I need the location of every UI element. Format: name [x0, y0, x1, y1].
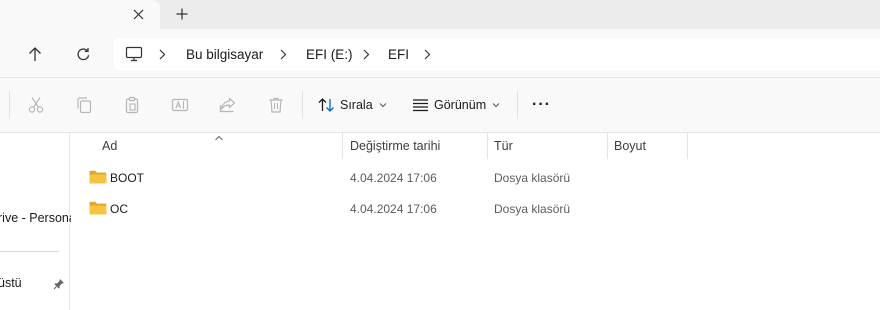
nav-item-desktop[interactable]: üstü — [0, 276, 22, 290]
file-type: Dosya klasörü — [494, 201, 571, 216]
copy-button[interactable] — [73, 94, 95, 116]
file-type: Dosya klasörü — [494, 170, 571, 185]
share-icon — [219, 97, 236, 113]
breadcrumb-item-this-pc[interactable]: Bu bilgisayar — [186, 38, 263, 70]
column-header-label: Boyut — [614, 139, 646, 153]
column-divider[interactable] — [687, 133, 688, 159]
column-divider[interactable] — [342, 133, 343, 159]
more-icon: ··· — [532, 96, 551, 113]
column-header-size[interactable]: Boyut — [614, 133, 688, 159]
file-modified: 4.04.2024 17:06 — [350, 170, 437, 185]
command-bar: Sırala Görünüm ··· — [0, 78, 880, 133]
close-icon — [133, 9, 143, 19]
file-row[interactable]: OC 4.04.2024 17:06 Dosya klasörü — [71, 193, 880, 224]
breadcrumb-item-drive[interactable]: EFI (E:) — [306, 38, 353, 70]
more-options-button[interactable]: ··· — [532, 91, 551, 119]
breadcrumb[interactable]: Bu bilgisayar EFI (E:) EFI — [114, 38, 880, 70]
nav-item-onedrive[interactable]: rive - Persona — [0, 211, 76, 225]
column-divider[interactable] — [487, 133, 488, 159]
breadcrumb-label: Bu bilgisayar — [186, 46, 264, 62]
sort-button[interactable]: Sırala — [318, 91, 387, 119]
rename-button[interactable] — [169, 94, 191, 116]
breadcrumb-chevron-icon[interactable] — [279, 38, 287, 70]
column-header-name[interactable]: Ad — [102, 133, 342, 159]
paste-button[interactable] — [121, 94, 143, 116]
rename-icon — [171, 98, 189, 112]
breadcrumb-chevron-icon[interactable] — [362, 38, 370, 70]
scissors-icon — [28, 97, 44, 113]
address-bar: Bu bilgisayar EFI (E:) EFI — [0, 29, 880, 78]
toolbar-divider — [9, 91, 10, 119]
sort-icon — [318, 98, 334, 112]
view-button[interactable]: Görünüm — [412, 91, 500, 119]
clipboard-icon — [125, 96, 139, 114]
new-tab-button[interactable] — [172, 5, 192, 23]
column-header-label: Değiştirme tarihi — [350, 139, 441, 153]
column-divider[interactable] — [607, 133, 608, 159]
column-header-label: Tür — [494, 139, 513, 153]
column-header-label: Ad — [102, 139, 118, 153]
view-list-icon — [413, 99, 428, 112]
tab-active[interactable] — [0, 0, 160, 29]
nav-item-label: üstü — [0, 276, 22, 290]
file-list: Ad Değiştirme tarihi Tür Boyut BOOT 4.04… — [71, 133, 880, 310]
close-tab-button[interactable] — [128, 5, 148, 23]
share-button[interactable] — [217, 94, 239, 116]
column-header-modified[interactable]: Değiştirme tarihi — [350, 133, 488, 159]
breadcrumb-item-efi[interactable]: EFI — [388, 38, 409, 70]
title-bar — [0, 0, 880, 29]
chevron-down-icon — [492, 102, 500, 108]
nav-item-label: rive - Persona — [0, 211, 76, 225]
refresh-button[interactable] — [71, 42, 95, 66]
column-header-type[interactable]: Tür — [494, 133, 606, 159]
up-button[interactable] — [23, 42, 47, 66]
file-modified: 4.04.2024 17:06 — [350, 201, 437, 216]
computer-icon[interactable] — [125, 38, 143, 70]
file-name: BOOT — [110, 170, 145, 185]
delete-button[interactable] — [265, 94, 287, 116]
sort-label: Sırala — [340, 98, 373, 112]
refresh-icon — [76, 47, 89, 60]
file-name: OC — [110, 201, 128, 216]
trash-icon — [269, 97, 283, 113]
toolbar-divider — [302, 91, 303, 119]
toolbar-divider — [517, 91, 518, 119]
plus-icon — [176, 8, 188, 20]
breadcrumb-chevron-icon[interactable] — [158, 38, 166, 70]
cut-button[interactable] — [25, 94, 47, 116]
view-label: Görünüm — [434, 98, 487, 112]
pin-icon[interactable] — [53, 278, 65, 293]
copy-icon — [77, 97, 92, 114]
breadcrumb-label: EFI (E:) — [306, 46, 353, 62]
navigation-pane: rive - Persona üstü — [0, 133, 76, 310]
breadcrumb-chevron-icon[interactable] — [423, 38, 431, 70]
breadcrumb-label: EFI — [388, 46, 410, 62]
nav-divider — [0, 251, 59, 252]
folder-icon — [89, 201, 107, 215]
chevron-down-icon — [379, 102, 387, 108]
arrow-up-icon — [29, 47, 41, 61]
file-row[interactable]: BOOT 4.04.2024 17:06 Dosya klasörü — [71, 162, 880, 193]
folder-icon — [89, 170, 107, 184]
